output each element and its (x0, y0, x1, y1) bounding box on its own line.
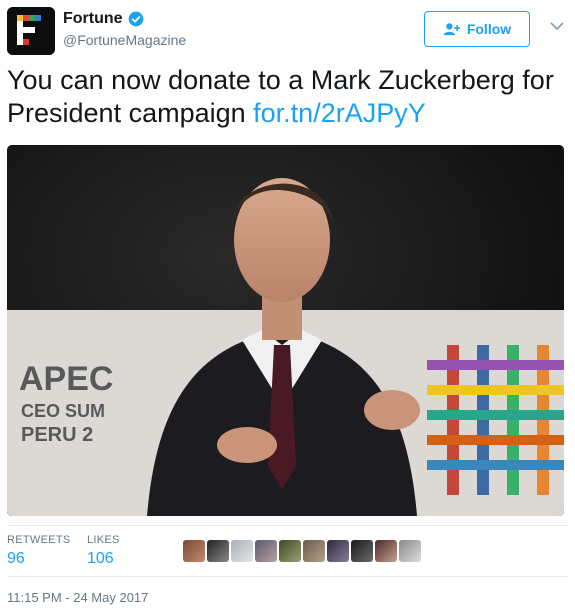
liker-avatar[interactable] (303, 540, 325, 562)
likes-count: 106 (87, 550, 114, 567)
liker-avatar[interactable] (375, 540, 397, 562)
svg-text:PERU 2: PERU 2 (21, 424, 93, 446)
liker-avatar[interactable] (207, 540, 229, 562)
liker-avatar[interactable] (255, 540, 277, 562)
display-name[interactable]: Fortune (63, 10, 123, 28)
tweet-text: You can now donate to a Mark Zuckerberg … (7, 64, 567, 130)
chevron-down-icon[interactable] (550, 21, 564, 31)
tweet-header: Fortune @FortuneMagazine Follow (7, 7, 568, 55)
svg-text:CEO SUM: CEO SUM (21, 401, 105, 421)
liker-avatar[interactable] (399, 540, 421, 562)
tweet-timestamp[interactable]: 11:15 PM - 24 May 2017 (7, 590, 148, 605)
retweets-count: 96 (7, 550, 25, 567)
tweet-photo[interactable]: APEC CEO SUM PERU 2 (7, 145, 564, 516)
retweets-stat[interactable]: RETWEETS 96 (7, 534, 71, 568)
liker-avatar[interactable] (351, 540, 373, 562)
svg-text:APEC: APEC (19, 360, 113, 398)
liker-avatar[interactable] (279, 540, 301, 562)
follow-button-label: Follow (466, 21, 512, 37)
fortune-logo-icon[interactable] (7, 7, 55, 55)
tweet-link[interactable]: for.tn/2rAJPyY (253, 98, 426, 128)
name-row: Fortune (63, 10, 144, 28)
likes-label: LIKES (87, 534, 120, 546)
retweets-label: RETWEETS (7, 534, 71, 546)
liker-avatar[interactable] (183, 540, 205, 562)
tweet-stats: RETWEETS 96 LIKES 106 (7, 525, 568, 577)
likes-stat[interactable]: LIKES 106 (87, 534, 120, 568)
verified-badge-icon (128, 11, 143, 27)
liker-avatars (183, 540, 421, 562)
liker-avatar[interactable] (231, 540, 253, 562)
add-user-icon (443, 23, 461, 36)
liker-avatar[interactable] (327, 540, 349, 562)
follow-button[interactable]: Follow (424, 11, 530, 47)
account-handle[interactable]: @FortuneMagazine (63, 32, 186, 48)
